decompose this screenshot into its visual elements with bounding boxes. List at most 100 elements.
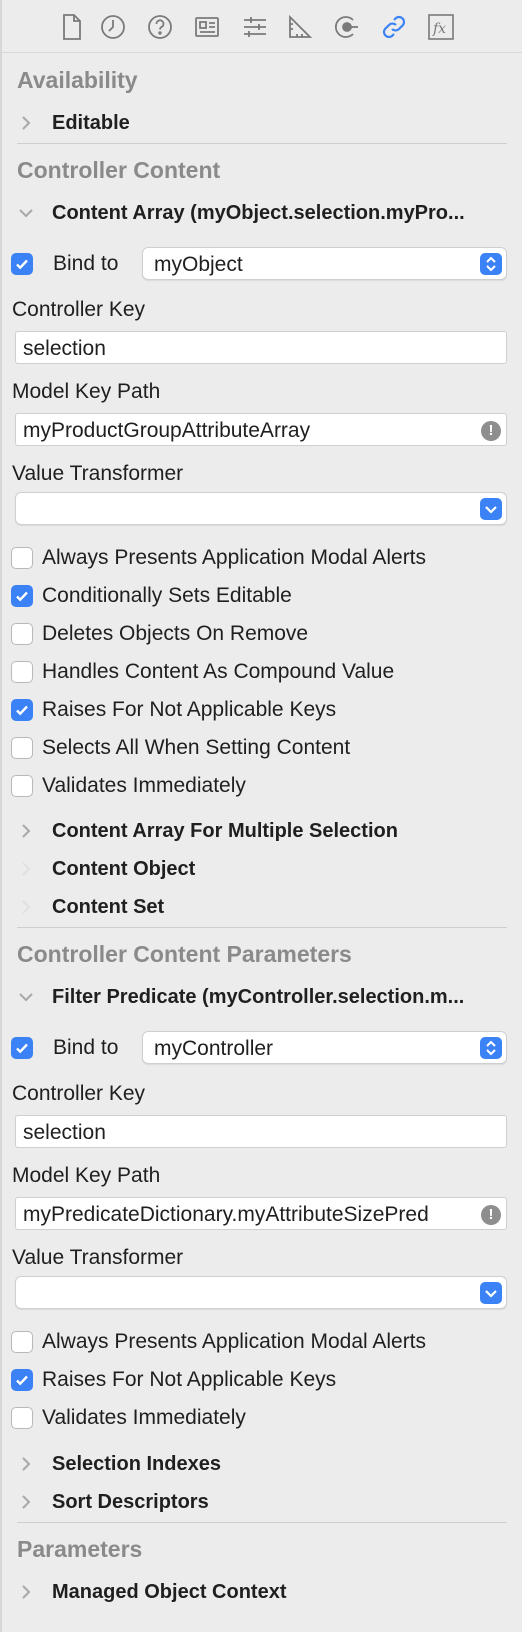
disclosure-content-array[interactable]: Content Array (myObject.selection.myPro.… (0, 199, 522, 229)
size-icon[interactable] (283, 10, 317, 44)
value-transformer-combo[interactable] (15, 1276, 507, 1309)
controller-key-label: Controller Key (12, 298, 146, 321)
section-title-controller-content-parameters: Controller Content Parameters (17, 941, 352, 967)
value-transformer-combo[interactable] (15, 492, 507, 525)
updown-arrows-icon (480, 1037, 502, 1059)
controller-key-label: Controller Key (12, 1082, 146, 1105)
disclosure-content-set[interactable]: Content Set (0, 893, 522, 923)
disclosure-label: Filter Predicate (myController.selection… (52, 986, 465, 1008)
connections-icon[interactable] (330, 10, 364, 44)
option-label: Conditionally Sets Editable (42, 584, 292, 607)
option-checkbox[interactable] (11, 737, 33, 759)
option-label: Deletes Objects On Remove (42, 622, 309, 645)
option-checkbox[interactable] (11, 623, 33, 645)
disclosure-filter-predicate[interactable]: Filter Predicate (myController.selection… (0, 983, 522, 1013)
disclosure-label: Selection Indexes (52, 1453, 221, 1475)
disclosure-label: Sort Descriptors (52, 1491, 209, 1513)
checkmark-icon (16, 591, 28, 602)
model-key-path-field[interactable]: myPredicateDictionary.myAttributeSizePre… (15, 1197, 507, 1230)
chevron-down-icon (19, 209, 33, 218)
option-label: Always Presents Application Modal Alerts (42, 1330, 427, 1353)
value-transformer-label: Value Transformer (12, 1246, 184, 1269)
file-icon[interactable] (54, 10, 88, 44)
warning-icon: ! (481, 1205, 501, 1225)
attributes-icon[interactable] (238, 10, 272, 44)
updown-arrows-icon (480, 253, 502, 275)
model-key-path-label: Model Key Path (12, 1164, 161, 1187)
option-label: Validates Immediately (42, 774, 246, 797)
chevron-right-icon (22, 862, 31, 876)
disclosure-content-object[interactable]: Content Object (0, 855, 522, 885)
model-key-path-field[interactable]: myProductGroupAttributeArray ! (15, 413, 507, 446)
controller-key-value: selection (23, 337, 106, 360)
disclosure-label: Content Array (myObject.selection.myPro.… (52, 202, 465, 224)
value-transformer-label: Value Transformer (12, 462, 184, 485)
bind-to-popup[interactable]: myObject (142, 247, 507, 280)
model-key-path-value: myPredicateDictionary.myAttributeSizePre… (23, 1203, 429, 1226)
bind-to-popup[interactable]: myController (142, 1031, 507, 1064)
option-checkbox[interactable] (11, 1407, 33, 1429)
disclosure-managed-object-context[interactable]: Managed Object Context (0, 1578, 522, 1608)
history-icon[interactable] (96, 10, 130, 44)
option-label: Validates Immediately (42, 1406, 246, 1429)
disclosure-selection-indexes[interactable]: Selection Indexes (0, 1450, 522, 1480)
checkmark-icon (16, 1375, 28, 1386)
section-divider (17, 1522, 507, 1523)
chevron-down-icon (19, 993, 33, 1002)
option-checkbox[interactable] (11, 585, 33, 607)
section-title-parameters: Parameters (17, 1536, 143, 1562)
chevron-down-icon[interactable] (480, 498, 502, 520)
disclosure-label: Content Object (52, 858, 196, 880)
chevron-right-icon (22, 900, 31, 914)
bind-to-checkbox[interactable] (11, 253, 33, 275)
chevron-right-icon (22, 824, 31, 838)
disclosure-label: Content Set (52, 896, 165, 918)
window-edge (0, 0, 2, 1632)
disclosure-label: Content Array For Multiple Selection (52, 820, 398, 842)
option-label: Handles Content As Compound Value (42, 660, 395, 683)
model-key-path-value: myProductGroupAttributeArray (23, 419, 311, 442)
disclosure-sort-descriptors[interactable]: Sort Descriptors (0, 1488, 522, 1518)
section-title-controller-content: Controller Content (17, 157, 221, 183)
disclosure-label: Managed Object Context (52, 1581, 287, 1603)
checkmark-icon (16, 705, 28, 716)
disclosure-editable[interactable]: Editable (0, 109, 522, 139)
option-checkbox[interactable] (11, 1369, 33, 1391)
controller-key-field[interactable]: selection (15, 1115, 507, 1148)
bind-to-value: myController (154, 1037, 274, 1060)
bindings-icon[interactable] (377, 10, 411, 44)
controller-key-field[interactable]: selection (15, 331, 507, 364)
inspector-toolbar: fx (0, 0, 522, 52)
option-checkbox[interactable] (11, 1331, 33, 1353)
checkmark-icon (16, 259, 28, 270)
help-icon[interactable] (143, 10, 177, 44)
checkmark-icon (16, 1043, 28, 1054)
identity-icon[interactable] (190, 10, 224, 44)
warning-icon: ! (481, 421, 501, 441)
svg-text:fx: fx (432, 21, 446, 37)
effects-icon[interactable]: fx (424, 10, 458, 44)
bind-to-label: Bind to (53, 252, 119, 275)
chevron-right-icon (22, 1585, 31, 1599)
section-divider (17, 143, 507, 144)
option-label: Always Presents Application Modal Alerts (42, 546, 427, 569)
option-checkbox[interactable] (11, 547, 33, 569)
option-checkbox[interactable] (11, 699, 33, 721)
chevron-right-icon (22, 1457, 31, 1471)
toolbar-divider (0, 52, 522, 53)
chevron-down-icon[interactable] (480, 1282, 502, 1304)
option-checkbox[interactable] (11, 775, 33, 797)
controller-key-value: selection (23, 1121, 106, 1144)
bind-to-checkbox[interactable] (11, 1037, 33, 1059)
section-title-availability: Availability (17, 67, 138, 93)
chevron-right-icon (22, 116, 31, 130)
disclosure-label: Editable (52, 112, 130, 134)
disclosure-content-array-multiple[interactable]: Content Array For Multiple Selection (0, 817, 522, 847)
model-key-path-label: Model Key Path (12, 380, 161, 403)
option-label: Raises For Not Applicable Keys (42, 698, 337, 721)
bind-to-value: myObject (154, 253, 243, 276)
section-divider (17, 927, 507, 928)
option-checkbox[interactable] (11, 661, 33, 683)
option-label: Selects All When Setting Content (42, 736, 351, 759)
chevron-right-icon (22, 1495, 31, 1509)
